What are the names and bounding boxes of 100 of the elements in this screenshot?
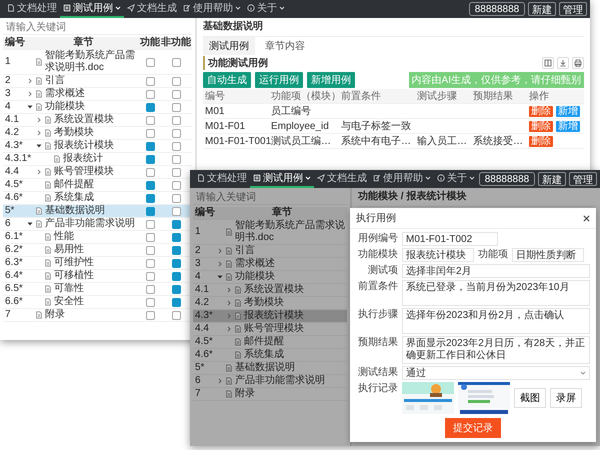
- collapsed-chevron-icon[interactable]: [36, 169, 42, 175]
- tree-row[interactable]: 4.1 系统设置模块: [193, 284, 347, 297]
- checkbox[interactable]: [172, 220, 180, 228]
- checkbox[interactable]: [146, 298, 154, 306]
- nav-tab[interactable]: 测试用例: [60, 0, 124, 18]
- collapsed-chevron-icon[interactable]: [36, 117, 42, 123]
- expanded-caret-icon[interactable]: [36, 143, 42, 149]
- text-field[interactable]: 报表统计模块: [402, 248, 474, 262]
- checkbox[interactable]: [146, 232, 154, 242]
- checkbox[interactable]: [146, 154, 154, 164]
- checkbox[interactable]: [172, 180, 180, 190]
- toolbar-button[interactable]: 新建: [528, 2, 556, 16]
- record-button[interactable]: 截图: [514, 388, 546, 408]
- checkbox[interactable]: [172, 102, 180, 112]
- checkbox[interactable]: [146, 284, 154, 294]
- delete-button[interactable]: 删除: [529, 106, 553, 116]
- text-area[interactable]: 选择年份2023和月份2月，点击确认: [402, 308, 590, 334]
- expanded-caret-icon[interactable]: [217, 274, 223, 280]
- checkbox[interactable]: [146, 116, 154, 124]
- nav-tab[interactable]: 测试用例: [250, 170, 314, 188]
- expanded-caret-icon[interactable]: [27, 221, 33, 227]
- checkbox[interactable]: [146, 272, 154, 280]
- tree-row[interactable]: 1 智能考勤系统产品需求说明书.doc: [193, 220, 347, 245]
- text-area[interactable]: 界面显示2023年2月日历，有28天，并正确更新工作日和公休日: [402, 336, 590, 364]
- nav-tab[interactable]: 文档生成: [314, 170, 370, 188]
- tree-row[interactable]: 4.6* 系统集成: [193, 349, 347, 362]
- collapsed-chevron-icon[interactable]: [36, 130, 42, 136]
- action-button[interactable]: 自动生成: [203, 72, 251, 88]
- checkbox[interactable]: [172, 246, 180, 254]
- checkbox[interactable]: [172, 116, 180, 124]
- checkbox[interactable]: [146, 194, 154, 202]
- result-dropdown[interactable]: 通过: [402, 366, 590, 380]
- tree-row[interactable]: 4.4 账号管理模块: [193, 323, 347, 336]
- download-icon[interactable]: [557, 57, 569, 69]
- tree-row[interactable]: 3 需求概述: [3, 88, 192, 101]
- print-icon[interactable]: [572, 57, 584, 69]
- collapsed-chevron-icon[interactable]: [27, 91, 33, 97]
- checkbox[interactable]: [172, 206, 180, 216]
- checkbox[interactable]: [146, 220, 154, 228]
- tab[interactable]: 测试用例: [203, 37, 255, 55]
- checkbox[interactable]: [172, 232, 180, 242]
- checkbox[interactable]: [146, 76, 154, 86]
- account-field[interactable]: 88888888: [469, 2, 525, 16]
- collapsed-chevron-icon[interactable]: [217, 248, 223, 254]
- collapsed-chevron-icon[interactable]: [27, 78, 33, 84]
- tree-row[interactable]: 5* 基础数据说明: [3, 205, 192, 218]
- tree-row[interactable]: 4.3.1* 报表统计: [3, 153, 192, 166]
- collapsed-chevron-icon[interactable]: [217, 378, 223, 384]
- checkbox[interactable]: [172, 90, 180, 98]
- collapsed-chevron-icon[interactable]: [217, 261, 223, 267]
- checkbox[interactable]: [172, 272, 180, 280]
- tree-row[interactable]: 4.3* 报表统计模块: [3, 140, 192, 153]
- checkbox[interactable]: [172, 284, 180, 294]
- search-field[interactable]: 请输入关键词: [3, 20, 192, 35]
- checkbox[interactable]: [146, 90, 154, 98]
- toolbar-button[interactable]: 管理: [559, 2, 587, 16]
- checkbox[interactable]: [172, 76, 180, 86]
- checkbox[interactable]: [172, 258, 180, 268]
- collapsed-chevron-icon[interactable]: [226, 313, 232, 319]
- text-field[interactable]: M01-F01-T002: [402, 232, 498, 246]
- checkbox[interactable]: [172, 154, 180, 164]
- toolbar-button[interactable]: 新建: [538, 172, 566, 186]
- nav-tab[interactable]: 使用帮助: [180, 0, 244, 18]
- nav-tab[interactable]: 文档处理: [194, 170, 250, 188]
- tree-row[interactable]: 4 功能模块: [3, 101, 192, 114]
- checkbox[interactable]: [172, 128, 180, 138]
- action-button[interactable]: 运行用例: [255, 72, 303, 88]
- checkbox[interactable]: [146, 310, 154, 320]
- record-button[interactable]: 录屏: [550, 388, 582, 408]
- checkbox[interactable]: [146, 258, 154, 268]
- text-area[interactable]: 系统已登录，当前月份为2023年10月: [402, 280, 590, 306]
- expanded-caret-icon[interactable]: [27, 104, 33, 110]
- account-field[interactable]: 88888888: [479, 172, 535, 186]
- columns-icon[interactable]: [542, 57, 554, 69]
- collapsed-chevron-icon[interactable]: [226, 300, 232, 306]
- checkbox[interactable]: [146, 58, 154, 66]
- tree-row[interactable]: 1 智能考勤系统产品需求说明书.doc: [3, 50, 192, 75]
- close-icon[interactable]: [583, 214, 590, 222]
- collapsed-chevron-icon[interactable]: [226, 326, 232, 332]
- action-button[interactable]: 新增用例: [307, 72, 355, 88]
- text-field[interactable]: 日期性质判断: [512, 248, 584, 262]
- checkbox[interactable]: [146, 128, 154, 138]
- checkbox[interactable]: [146, 180, 154, 190]
- tree-row[interactable]: 4.5* 邮件提醒: [193, 336, 347, 349]
- text-field[interactable]: 选择非闰年2月: [402, 264, 590, 278]
- checkbox[interactable]: [146, 142, 154, 150]
- tree-row[interactable]: 4 功能模块: [193, 271, 347, 284]
- delete-button[interactable]: 删除: [529, 120, 553, 132]
- checkbox[interactable]: [172, 58, 180, 66]
- tree-row[interactable]: 4.2 考勤模块: [3, 127, 192, 140]
- checkbox[interactable]: [146, 102, 154, 112]
- tree-row[interactable]: 4.1 系统设置模块: [3, 114, 192, 127]
- checkbox[interactable]: [146, 246, 154, 254]
- nav-tab[interactable]: 文档生成: [124, 0, 180, 18]
- tree-row[interactable]: 2 引言: [193, 245, 347, 258]
- tree-row[interactable]: 5* 基础数据说明: [193, 362, 347, 375]
- nav-tab[interactable]: 文档处理: [4, 0, 60, 18]
- checkbox[interactable]: [172, 194, 180, 202]
- tree-row[interactable]: 2 引言: [3, 75, 192, 88]
- checkbox[interactable]: [146, 206, 154, 216]
